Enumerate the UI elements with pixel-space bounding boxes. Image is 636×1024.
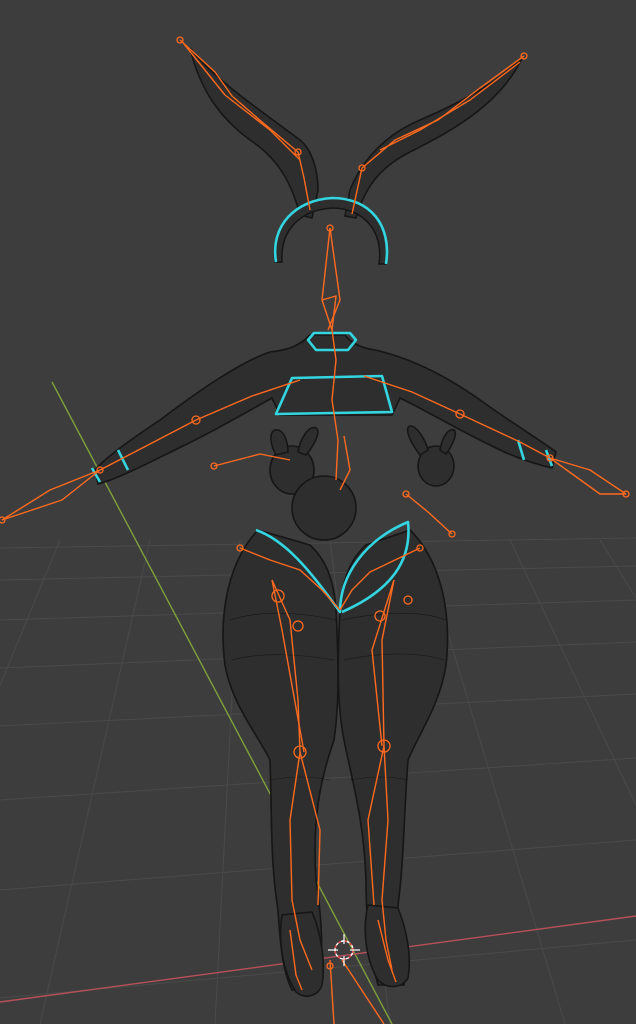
- viewport-canvas[interactable]: [0, 0, 636, 1024]
- 3d-viewport[interactable]: [0, 0, 636, 1024]
- character-mesh[interactable]: [94, 47, 557, 997]
- 3d-cursor-icon[interactable]: [328, 934, 360, 966]
